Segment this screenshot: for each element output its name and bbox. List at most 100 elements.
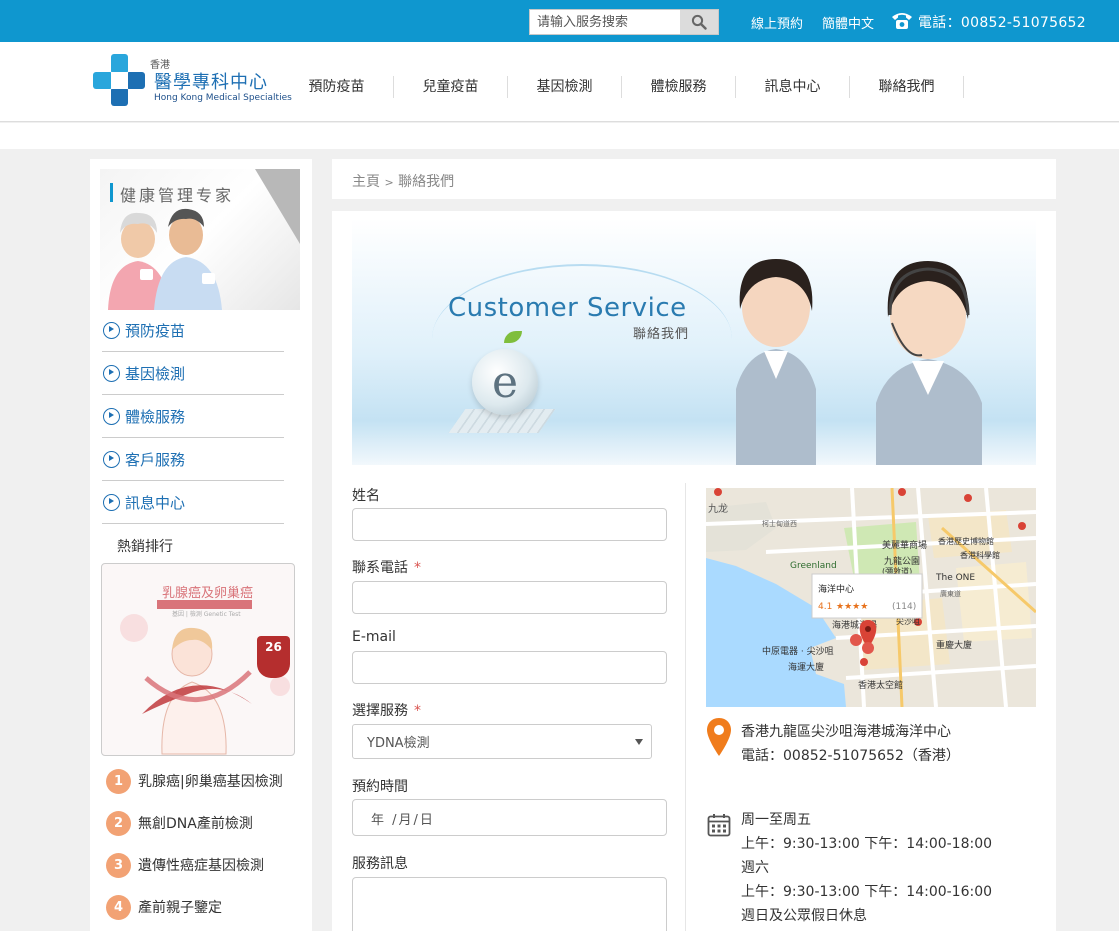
message-field[interactable] xyxy=(352,877,667,931)
sidebar: 健康管理专家 預防疫苗 基因檢測 體檢服務 客戶服務 訊息中心 熱銷排行 乳腺癌… xyxy=(90,159,312,931)
breadcrumb-separator: > xyxy=(384,176,394,189)
e-logo-icon: e xyxy=(472,349,538,415)
top-phone-number: 電話：00852-51075652 xyxy=(918,15,1086,31)
nav-item-gene-testing[interactable]: 基因檢測 xyxy=(508,76,622,98)
map-label-road: 柯士甸道西 xyxy=(762,519,797,528)
name-label: 姓名 xyxy=(352,488,380,504)
header: 香港 醫學專科中心 Hong Kong Medical Specialties … xyxy=(0,42,1119,122)
map-label-kowloon: 九龙 xyxy=(708,502,728,515)
service-select[interactable]: YDNA檢測 xyxy=(352,724,652,759)
rank-label: 乳腺癌|卵巢癌基因檢測 xyxy=(138,774,283,790)
hours-saturday-times: 上午：9:30-13:00 下午：14:00-16:00 xyxy=(741,884,993,900)
map-label-store: 美麗華商場 xyxy=(882,539,927,551)
required-mark: * xyxy=(414,703,421,719)
sidebar-item-label: 預防疫苗 xyxy=(125,321,186,340)
hot-product-badge: 26 xyxy=(257,636,290,678)
sidebar-item-customer-service[interactable]: 客戶服務 xyxy=(102,438,284,481)
map-label-chungking: 重慶大廈 xyxy=(936,639,972,651)
play-circle-icon xyxy=(103,321,120,339)
calendar-icon xyxy=(707,814,731,837)
nav-item-vaccines[interactable]: 預防疫苗 xyxy=(280,76,394,98)
map-label-space-museum: 香港太空館 xyxy=(858,679,903,691)
contact-phone: 電話：00852-51075652（香港） xyxy=(741,748,960,764)
hot-product-image[interactable]: 乳腺癌及卵巢癌 基因 | 檢測 Genetic Test 26 xyxy=(101,563,295,756)
column-divider xyxy=(685,483,686,931)
rank-label: 遺傳性癌症基因檢測 xyxy=(138,858,264,874)
location-map[interactable]: 九龙 柯士甸道西 Greenland 美麗華商場 九龍公園 (彌敦道) 香港歷史… xyxy=(706,488,1036,707)
rank-number-badge: 1 xyxy=(106,768,131,794)
banner-subtitle: 聯絡我們 xyxy=(633,327,690,342)
rank-number-badge: 4 xyxy=(106,894,131,920)
hours-weekdays: 周一至周五 xyxy=(741,812,811,828)
list-item[interactable]: 4 產前親子鑒定 xyxy=(106,886,306,928)
simplified-chinese-link[interactable]: 簡體中文 xyxy=(822,13,874,32)
breadcrumb-bar: 主頁 > 聯絡我們 xyxy=(332,159,1056,199)
sidebar-item-vaccines[interactable]: 預防疫苗 xyxy=(102,309,284,352)
customer-service-agents-image xyxy=(736,259,982,465)
search-button[interactable] xyxy=(680,10,718,34)
hours-weekdays-times: 上午：9:30-13:00 下午：14:00-18:00 xyxy=(741,836,993,852)
breadcrumb-home-link[interactable]: 主頁 xyxy=(352,174,380,190)
hours-saturday: 週六 xyxy=(741,860,769,876)
sidebar-item-label: 基因檢測 xyxy=(125,364,186,383)
map-label-chungyuen: 中原電器 · 尖沙咀 xyxy=(762,645,834,657)
breadcrumb-current: 聯絡我們 xyxy=(398,174,455,190)
rank-label: 產前親子鑒定 xyxy=(138,900,222,916)
sidebar-item-news[interactable]: 訊息中心 xyxy=(102,481,284,524)
hot-ranking-list: 1 乳腺癌|卵巢癌基因檢測 2 無創DNA產前檢測 3 遺傳性癌症基因檢測 4 … xyxy=(106,760,306,928)
map-label-greenland: Greenland xyxy=(790,561,837,571)
play-circle-icon xyxy=(103,407,120,425)
main-content: e Customer Service 聯絡我們 姓名 聯系電話 * E-mail … xyxy=(332,211,1056,931)
map-label-canton-road: 廣東道 xyxy=(940,589,961,598)
nav-item-checkup[interactable]: 體檢服務 xyxy=(622,76,736,98)
date-placeholder: 年 /月/日 xyxy=(371,813,435,828)
chevron-down-icon xyxy=(635,739,643,745)
elderly-couple-image xyxy=(108,208,222,310)
email-field[interactable] xyxy=(352,651,667,684)
map-label-park: 九龍公園 xyxy=(884,555,920,567)
service-select-value: YDNA檢測 xyxy=(367,736,430,751)
list-item[interactable]: 2 無創DNA產前檢測 xyxy=(106,802,306,844)
hot-ranking-title: 熱銷排行 xyxy=(117,539,173,555)
map-label-ocean-terminal: 海運大廈 xyxy=(788,661,824,673)
logo-english-name: Hong Kong Medical Specialties xyxy=(154,93,292,103)
sidebar-item-checkup[interactable]: 體檢服務 xyxy=(102,395,284,438)
date-field[interactable]: 年 /月/日 xyxy=(352,799,667,836)
sidebar-menu: 預防疫苗 基因檢測 體檢服務 客戶服務 訊息中心 xyxy=(102,309,284,524)
map-canvas: 九龙 柯士甸道西 Greenland 美麗華商場 九龍公園 (彌敦道) 香港歷史… xyxy=(706,488,1036,707)
list-item[interactable]: 1 乳腺癌|卵巢癌基因檢測 xyxy=(106,760,306,802)
name-field[interactable] xyxy=(352,508,667,541)
logo-icon[interactable] xyxy=(93,54,145,106)
location-pin-icon xyxy=(707,718,731,756)
message-label: 服務訊息 xyxy=(352,856,408,872)
map-label-history-museum: 香港歷史博物館 xyxy=(938,536,994,546)
time-label: 預約時間 xyxy=(352,779,408,795)
rank-label: 無創DNA產前檢測 xyxy=(138,816,253,832)
nav-item-news[interactable]: 訊息中心 xyxy=(736,76,850,98)
sidebar-item-label: 訊息中心 xyxy=(125,493,186,512)
service-label: 選擇服務 * xyxy=(352,700,421,720)
main-nav: 預防疫苗 兒童疫苗 基因檢測 體檢服務 訊息中心 聯絡我們 xyxy=(280,76,964,98)
nav-item-contact[interactable]: 聯絡我們 xyxy=(850,76,964,98)
play-circle-icon xyxy=(103,493,120,511)
customer-service-banner: e Customer Service 聯絡我們 xyxy=(352,219,1036,465)
logo-name: 醫學專科中心 xyxy=(154,72,268,93)
map-popup-reviews: (114) xyxy=(892,602,916,612)
search-icon xyxy=(691,14,707,30)
promo-banner[interactable]: 健康管理专家 xyxy=(100,169,300,310)
rank-number-badge: 2 xyxy=(106,810,131,836)
sidebar-item-gene-testing[interactable]: 基因檢測 xyxy=(102,352,284,395)
search-input[interactable] xyxy=(530,10,682,34)
nav-item-child-vaccines[interactable]: 兒童疫苗 xyxy=(394,76,508,98)
phone-field[interactable] xyxy=(352,581,667,614)
online-booking-link[interactable]: 線上預約 xyxy=(751,13,803,32)
list-item[interactable]: 3 遺傳性癌症基因檢測 xyxy=(106,844,306,886)
search-box xyxy=(529,9,719,35)
phone-label-text: 聯系電話 xyxy=(352,560,408,576)
map-popup-stars: ★★★★ xyxy=(836,602,868,612)
service-label-text: 選擇服務 xyxy=(352,703,408,719)
contact-address: 香港九龍區尖沙咀海港城海洋中心 xyxy=(741,724,951,740)
required-mark: * xyxy=(414,560,421,576)
map-popup-rating: 4.1 xyxy=(818,602,832,612)
rank-number-badge: 3 xyxy=(106,852,131,878)
